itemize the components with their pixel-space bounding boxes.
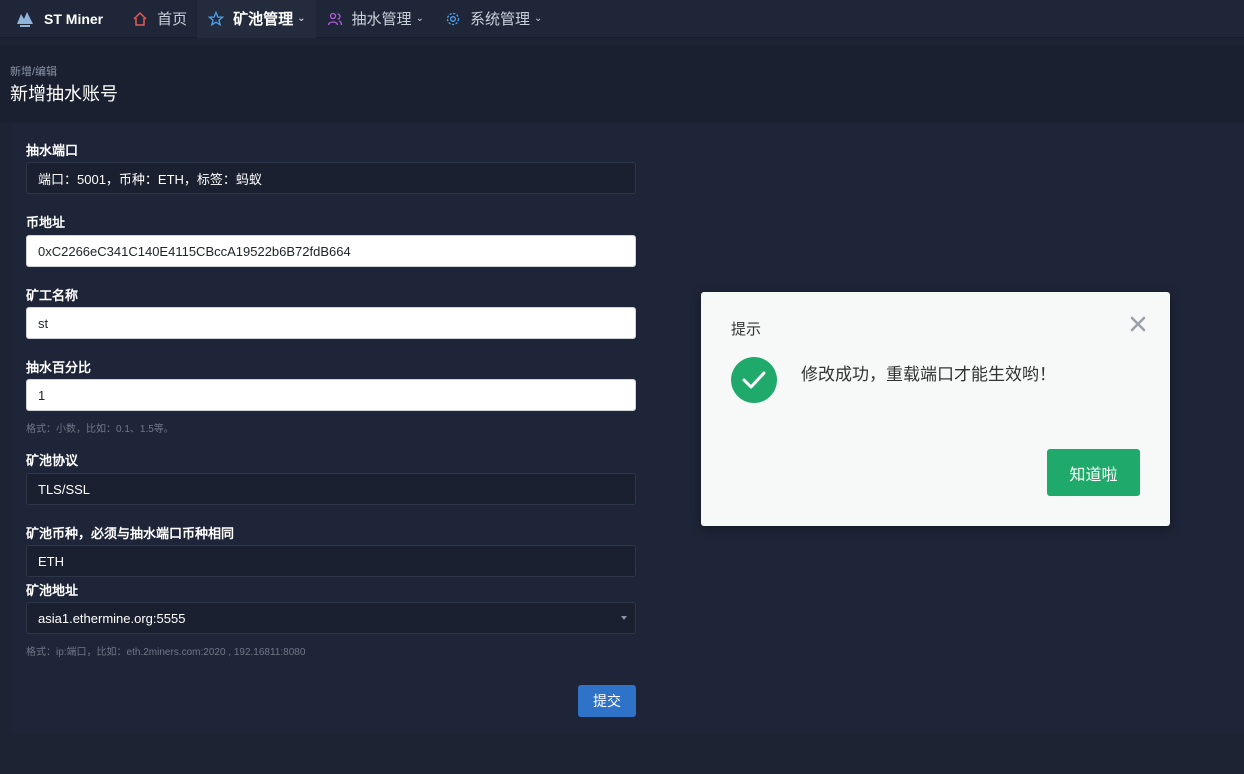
- acknowledge-button[interactable]: 知道啦: [1047, 449, 1140, 496]
- nav-item-fee-management[interactable]: 抽水管理 ⌄: [316, 0, 434, 38]
- close-icon[interactable]: [1128, 314, 1148, 334]
- protocol-label: 矿池协议: [26, 453, 79, 468]
- pool-select[interactable]: asia1.ethermine.org:5555: [26, 602, 636, 634]
- nav-item-system-management[interactable]: 系统管理 ⌄: [434, 0, 552, 38]
- nav-item-label: 矿池管理: [233, 11, 294, 28]
- dialog-title: 提示: [731, 321, 762, 338]
- nav-item-home[interactable]: 首页: [121, 0, 197, 38]
- nav-item-label: 抽水管理: [351, 11, 412, 28]
- chevron-down-icon: ⌄: [533, 13, 543, 24]
- page-title: 新增抽水账号: [10, 84, 118, 104]
- coin-label: 矿池币种，必须与抽水端口币种相同: [26, 526, 235, 541]
- chevron-down-icon: ⌄: [415, 13, 424, 24]
- nav-item-pool-management[interactable]: 矿池管理 ⌄: [197, 0, 316, 38]
- address-value: 0xC2266eC341C140E4115CBccA19522b6B72fdB6…: [38, 243, 351, 259]
- brand-logo-icon: [14, 9, 36, 29]
- chevron-down-icon: ⌄: [297, 13, 306, 24]
- percent-hint: 格式：小数，比如：0.1、1.5等。: [26, 424, 174, 435]
- home-icon: [131, 10, 149, 28]
- worker-input[interactable]: st: [26, 307, 636, 339]
- star-icon: [207, 10, 225, 28]
- pool-label: 矿池地址: [26, 583, 79, 598]
- address-input[interactable]: 0xC2266eC341C140E4115CBccA19522b6B72fdB6…: [26, 235, 636, 267]
- select-arrow-icon: [621, 616, 627, 620]
- worker-label: 矿工名称: [26, 288, 79, 303]
- pool-hint: 格式：ip:端口，比如：eth.2miners.com:2020 , 192.1…: [26, 647, 306, 658]
- coin-select[interactable]: ETH: [26, 545, 636, 577]
- submit-button[interactable]: 提交: [578, 685, 636, 717]
- address-label: 币地址: [26, 215, 66, 230]
- top-navbar: ST Miner 首页 矿池管理 ⌄ 抽水管理 ⌄ 系统管理 ⌄: [0, 0, 1244, 38]
- users-icon: [326, 10, 344, 28]
- port-select[interactable]: 端口：5001，币种：ETH，标签：蚂蚁: [26, 162, 636, 194]
- breadcrumb: 新增/编辑: [10, 66, 58, 78]
- percent-input[interactable]: 1: [26, 379, 636, 411]
- percent-label: 抽水百分比: [26, 360, 92, 375]
- protocol-select[interactable]: TLS/SSL: [26, 473, 636, 505]
- worker-value: st: [38, 315, 49, 331]
- port-value: 端口：5001，币种：ETH，标签：蚂蚁: [38, 171, 262, 187]
- nav-item-label: 首页: [157, 11, 188, 28]
- dialog-message: 修改成功，重载端口才能生效哟！: [801, 365, 1056, 384]
- nav-item-label: 系统管理: [469, 11, 530, 28]
- coin-value: ETH: [38, 553, 64, 569]
- port-label: 抽水端口: [26, 143, 79, 158]
- protocol-value: TLS/SSL: [38, 481, 91, 497]
- percent-value: 1: [38, 387, 46, 403]
- success-dialog: 提示 修改成功，重载端口才能生效哟！ 知道啦: [701, 292, 1170, 526]
- brand-name: ST Miner: [44, 10, 104, 27]
- gear-icon: [444, 10, 462, 28]
- brand[interactable]: ST Miner: [14, 9, 103, 29]
- page-header: 新增/编辑 新增抽水账号: [0, 46, 1244, 122]
- success-check-icon: [730, 356, 778, 404]
- pool-value: asia1.ethermine.org:5555: [38, 610, 186, 626]
